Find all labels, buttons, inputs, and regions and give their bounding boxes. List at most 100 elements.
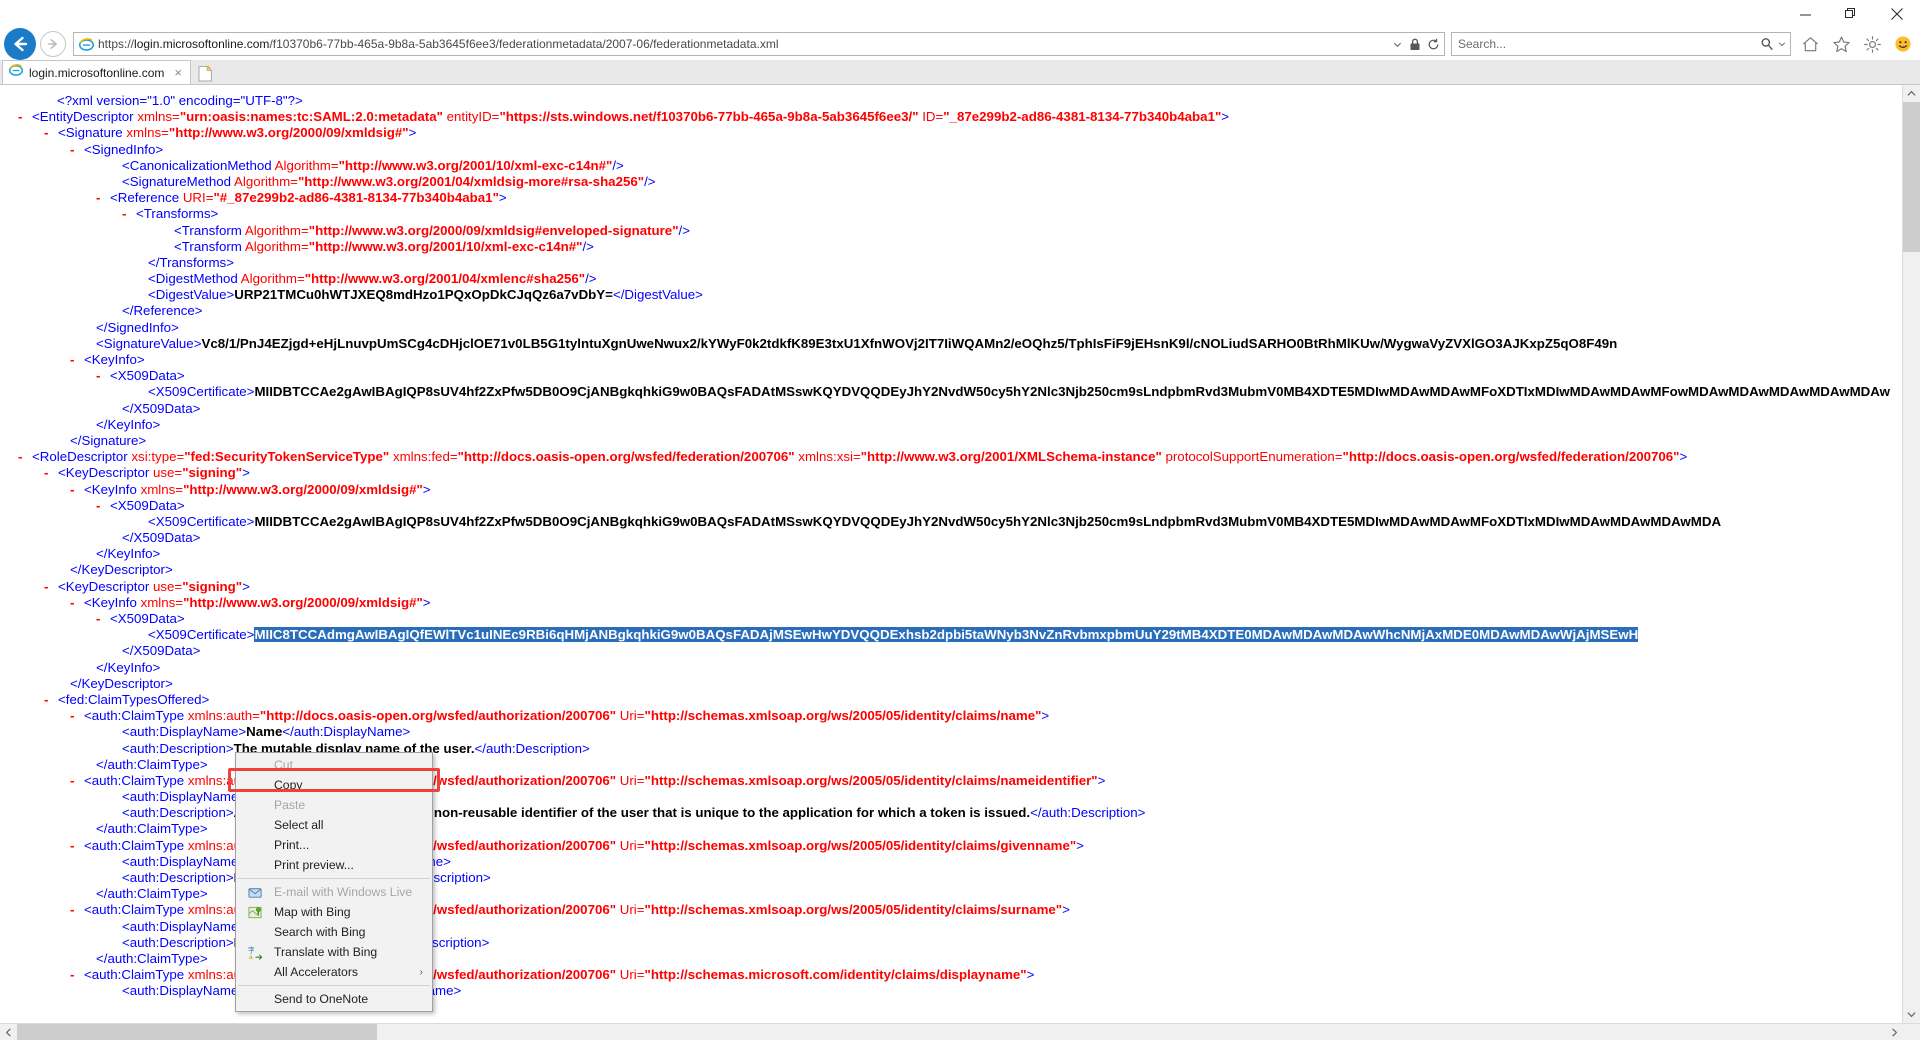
back-arrow-icon (14, 36, 28, 52)
xml-line: - <KeyInfo> (70, 352, 145, 368)
tab-strip: login.microsoftonline.com × (0, 60, 1920, 85)
xml-collapse-toggle[interactable]: - (70, 352, 79, 368)
xml-line: - <KeyDescriptor use="signing"> (44, 578, 250, 595)
map-icon (247, 904, 263, 920)
xml-collapse-toggle[interactable]: - (70, 902, 79, 918)
xml-line: </SignedInfo> (96, 319, 179, 335)
xml-line: - <SignedInfo> (70, 141, 164, 158)
xml-collapse-toggle[interactable]: - (44, 579, 53, 595)
xml-collapse-toggle[interactable]: - (70, 142, 79, 158)
xml-collapse-toggle[interactable]: - (44, 465, 53, 481)
lock-icon[interactable] (1406, 33, 1424, 55)
scroll-down-arrow-icon[interactable] (1903, 1006, 1920, 1023)
search-bar[interactable]: Search... (1451, 32, 1791, 56)
menu-item-label: Paste (274, 798, 306, 812)
xml-line: </KeyInfo> (96, 546, 161, 562)
content-area: <?xml version="1.0" encoding="UTF-8"?> - <… (0, 85, 1920, 1040)
xml-collapse-toggle[interactable]: - (44, 125, 53, 141)
xml-collapse-toggle[interactable]: - (96, 368, 105, 384)
scroll-left-arrow-icon[interactable] (0, 1024, 17, 1040)
xml-line: - <Reference URI="#_87e299b2-ad86-4381-81… (96, 190, 507, 206)
context-menu[interactable]: Cut Copy Paste Select all Print... Print prev… (235, 752, 433, 1012)
menu-item-search-with-bing[interactable]: Search with Bing (236, 922, 432, 942)
xml-line: - <auth:ClaimType xmlns:auth="http://docs… (70, 708, 1050, 724)
xml-line: <SignatureMethod Algorithm="http://www.w… (122, 173, 656, 189)
xml-line: </X509Data> (122, 400, 201, 416)
new-tab-button[interactable] (194, 63, 216, 84)
xml-collapse-toggle[interactable]: - (96, 611, 105, 627)
xml-line: <?xml version="1.0" encoding="UTF-8"?> (57, 93, 303, 108)
scroll-right-arrow-icon[interactable] (1886, 1024, 1903, 1040)
xml-collapse-toggle[interactable]: - (70, 838, 79, 854)
forward-arrow-icon (48, 39, 57, 49)
menu-separator (238, 878, 430, 879)
xml-collapse-toggle[interactable]: - (18, 109, 27, 125)
search-input[interactable]: Search... (1458, 33, 1758, 55)
xml-line: </X509Data> (122, 530, 201, 546)
submenu-arrow-icon: › (419, 966, 423, 978)
menu-item-label: E-mail with Windows Live (274, 885, 413, 899)
home-icon[interactable] (1799, 33, 1821, 55)
tab-favicon-icon (8, 63, 24, 82)
xml-collapse-toggle[interactable]: - (70, 773, 79, 789)
xml-line: - <KeyInfo xmlns="http://www.w3.org/2000/… (70, 594, 431, 611)
search-icon[interactable] (1758, 33, 1776, 55)
scroll-up-arrow-icon[interactable] (1903, 85, 1920, 102)
xml-collapse-toggle[interactable]: - (18, 449, 27, 465)
browser-window: https://login.microsoftonline.com/f10370… (0, 0, 1920, 1040)
navigation-bar: https://login.microsoftonline.com/f10370… (0, 28, 1920, 60)
url-text[interactable]: https://login.microsoftonline.com/f10370… (95, 33, 1388, 55)
xml-collapse-toggle[interactable]: - (70, 967, 79, 983)
address-bar[interactable]: https://login.microsoftonline.com/f10370… (73, 32, 1445, 56)
smiley-icon[interactable] (1892, 33, 1914, 55)
title-bar (0, 0, 1920, 28)
xml-line: </X509Data> (122, 643, 201, 659)
horizontal-scrollbar-thumb[interactable] (17, 1024, 377, 1040)
xml-collapse-toggle[interactable]: - (70, 482, 79, 498)
svg-text:a: a (248, 954, 252, 960)
xml-line: - <EntityDescriptor xmlns="urn:oasis:name… (18, 109, 1230, 125)
ie-logo-icon (77, 37, 95, 52)
menu-item-label: Print... (274, 838, 310, 852)
menu-item-label: Select all (274, 818, 324, 832)
menu-separator (238, 985, 430, 986)
restore-button[interactable] (1828, 0, 1874, 28)
address-dropdown-icon[interactable] (1388, 33, 1406, 55)
close-button[interactable] (1874, 0, 1920, 28)
vertical-scrollbar-thumb[interactable] (1903, 102, 1920, 252)
favorites-icon[interactable] (1830, 33, 1852, 55)
xml-line: - <Transforms> (122, 206, 219, 222)
xml-line: <auth:DisplayName>Name</auth:DisplayName… (122, 724, 411, 740)
gear-icon[interactable] (1861, 33, 1883, 55)
menu-item-translate-with-bing[interactable]: 字 a Translate with Bing (236, 942, 432, 962)
refresh-icon[interactable] (1424, 33, 1442, 55)
menu-item-label: Search with Bing (274, 925, 366, 939)
menu-item-label: Send to OneNote (274, 992, 369, 1006)
xml-line: </KeyInfo> (96, 659, 161, 675)
menu-item-select-all[interactable]: Select all (236, 815, 432, 835)
xml-collapse-toggle[interactable]: - (44, 692, 53, 708)
menu-item-send-to-onenote[interactable]: Send to OneNote (236, 989, 432, 1009)
menu-item-print-preview[interactable]: Print preview... (236, 855, 432, 875)
xml-collapse-toggle[interactable]: - (122, 206, 131, 222)
menu-item-all-accelerators[interactable]: All Accelerators › (236, 962, 432, 982)
minimize-button[interactable] (1782, 0, 1828, 28)
menu-item-map-with-bing[interactable]: Map with Bing (236, 902, 432, 922)
horizontal-scrollbar[interactable] (0, 1023, 1920, 1040)
xml-collapse-toggle[interactable]: - (96, 190, 105, 206)
tab-close-icon[interactable]: × (170, 65, 186, 80)
tab-login-microsoftonline[interactable]: login.microsoftonline.com × (2, 60, 191, 84)
xml-collapse-toggle[interactable]: - (70, 708, 79, 724)
mail-icon (247, 884, 263, 900)
xml-collapse-toggle[interactable]: - (96, 498, 105, 514)
forward-button[interactable] (40, 31, 66, 57)
menu-item-copy[interactable]: Copy (236, 775, 432, 795)
scrollbar-corner (1903, 1024, 1920, 1040)
menu-item-cut: Cut (236, 755, 432, 775)
menu-item-print[interactable]: Print... (236, 835, 432, 855)
vertical-scrollbar[interactable] (1902, 85, 1920, 1023)
xml-line: <SignatureValue>Vc8/1/PnJ4EZjgd+eHjLnuvp… (96, 335, 1618, 351)
search-dropdown-icon[interactable] (1776, 33, 1788, 55)
xml-collapse-toggle[interactable]: - (70, 595, 79, 611)
back-button[interactable] (4, 28, 36, 60)
